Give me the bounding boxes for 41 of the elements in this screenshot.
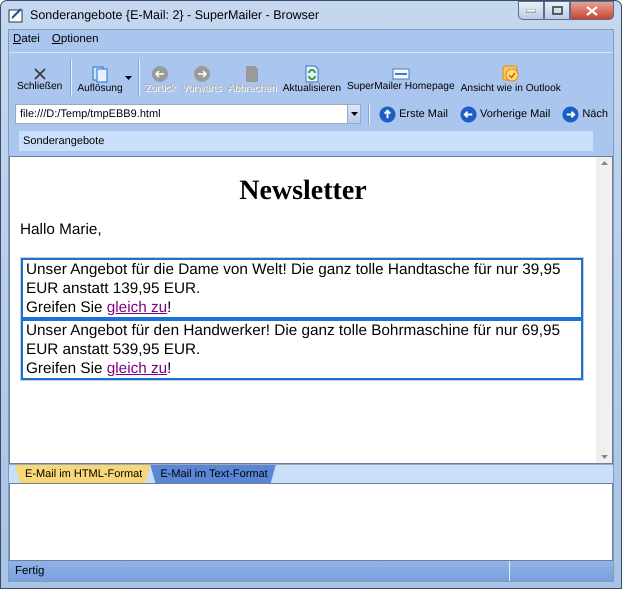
menu-item[interactable]: Optionen xyxy=(52,33,99,49)
nav-button[interactable]: Näch xyxy=(559,106,611,122)
dropdown-button[interactable] xyxy=(347,104,362,124)
minimize-icon xyxy=(526,8,536,12)
newsletter-heading: Newsletter xyxy=(238,175,368,207)
toolbar-button[interactable]: Aktualisieren xyxy=(280,60,344,96)
scroll-down-icon[interactable] xyxy=(600,455,608,459)
offer-link[interactable]: gleich zu xyxy=(106,299,168,316)
close-icon xyxy=(586,6,598,16)
toolbar-button[interactable]: Ansicht wie in Outlook xyxy=(458,60,563,96)
address-field[interactable]: file:///D:/Temp/tmpEBB9.html xyxy=(15,104,348,124)
format-tab[interactable]: E-Mail im HTML-Format xyxy=(15,465,150,483)
outlook-icon xyxy=(502,64,520,82)
scrollbar[interactable] xyxy=(596,157,612,463)
maximize-button[interactable] xyxy=(544,1,570,20)
envelope-icon xyxy=(392,66,410,80)
minimize-button[interactable] xyxy=(518,1,544,20)
toolbar-button[interactable]: Schließen xyxy=(15,62,64,94)
format-tab[interactable]: E-Mail im Text-Format xyxy=(150,465,276,483)
bookmark-item[interactable]: Sonderangebote xyxy=(23,135,104,147)
close-button[interactable] xyxy=(570,1,614,20)
offer-paragraph: Unser Angebot für die Dame von Welt! Die ganz tolle Handtasche für nur 39,95 EUR anstatt 139,95 EUR. Greifen Sie gleich zu! xyxy=(21,258,583,319)
toolbar-button[interactable]: Auflösung xyxy=(75,60,125,96)
greeting-text: Hallo Marie, xyxy=(20,221,103,239)
pages-icon xyxy=(90,64,109,82)
dropdown-caret-icon[interactable] xyxy=(124,76,132,80)
offer-paragraph: Unser Angebot für den Handwerker! Die ganz tolle Bohrmaschine für nur 69,95 EUR anstatt 539,95 EUR. Greifen Sie gleich zu! xyxy=(21,319,583,380)
nav-button[interactable]: Erste Mail xyxy=(376,106,451,122)
status-text: Fertig xyxy=(14,565,46,577)
offer-link[interactable]: gleich zu xyxy=(106,360,168,377)
menu-item[interactable]: Datei xyxy=(13,33,40,49)
toolbar-button[interactable]: SuperMailer Homepage xyxy=(345,62,457,94)
app-icon xyxy=(8,7,24,23)
nav-button[interactable]: Vorherige Mail xyxy=(456,106,554,122)
window-title: Sonderangebote {E-Mail: 2} - SuperMailer - Browser xyxy=(30,8,320,22)
scroll-up-icon[interactable] xyxy=(600,161,608,165)
caret-icon xyxy=(350,112,358,116)
maximize-icon xyxy=(552,6,562,15)
refresh-icon xyxy=(304,64,320,82)
page-icon xyxy=(244,64,260,82)
close-icon xyxy=(32,66,47,80)
